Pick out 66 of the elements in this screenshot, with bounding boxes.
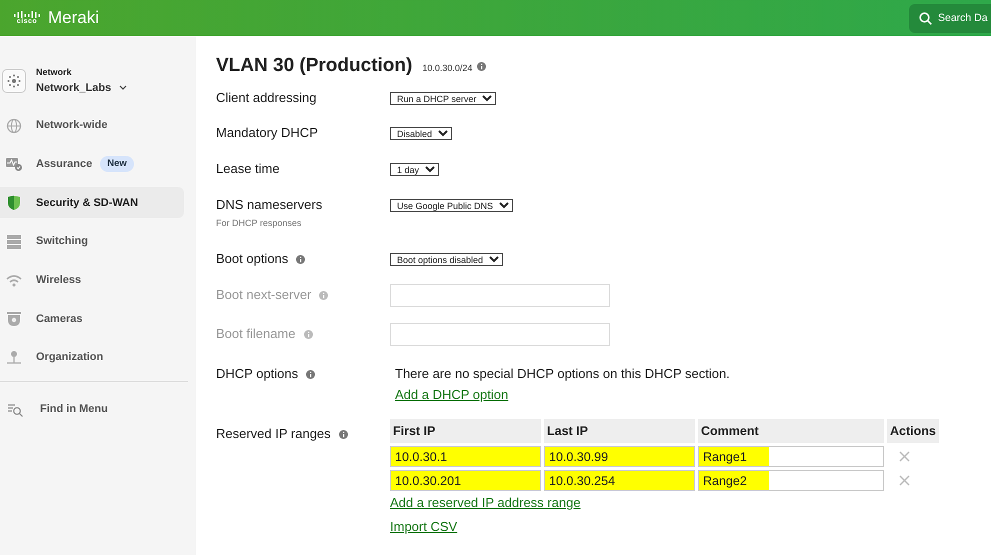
sidebar-item[interactable]: Organization bbox=[0, 342, 184, 374]
field-label: Mandatory DHCP bbox=[216, 125, 318, 141]
add-option-link[interactable]: Add a DHCP option bbox=[395, 385, 508, 404]
first-ip-field[interactable]: 10.0.30.1 bbox=[390, 446, 541, 467]
find-in-menu-item[interactable]: Find in Menu bbox=[0, 394, 184, 426]
page-title: VLAN 30 (Production) bbox=[216, 54, 412, 78]
new-badge: New bbox=[100, 156, 134, 172]
field-label: DHCP options bbox=[216, 366, 298, 382]
logo-bars-icon bbox=[14, 11, 40, 18]
hub-icon bbox=[7, 74, 21, 88]
last-ip-field[interactable]: 10.0.30.254 bbox=[544, 470, 695, 491]
dropdown[interactable]: Use Google Public DNS bbox=[390, 199, 513, 212]
globe-icon bbox=[5, 116, 23, 134]
field-label: Boot next-server bbox=[216, 287, 312, 303]
server-icon bbox=[5, 232, 23, 251]
field-label: Boot filename bbox=[216, 326, 296, 342]
shield-icon bbox=[5, 194, 23, 212]
column-header: Last IP bbox=[544, 419, 695, 443]
column-header: Actions bbox=[887, 419, 939, 443]
search-icon bbox=[919, 12, 932, 24]
close-icon[interactable] bbox=[899, 451, 910, 462]
field-label: DNS nameservers bbox=[216, 197, 322, 213]
network-name[interactable]: Network_Labs bbox=[36, 80, 112, 96]
search-field[interactable]: Search Da bbox=[909, 4, 991, 32]
comment-field[interactable]: Range2 bbox=[698, 470, 884, 491]
monitor-check-icon bbox=[5, 155, 23, 174]
sidebar-item-label: Assurance bbox=[36, 156, 92, 172]
column-header: Comment bbox=[698, 419, 884, 443]
close-icon[interactable] bbox=[899, 475, 910, 486]
first-ip-field[interactable]: 10.0.30.201 bbox=[390, 470, 541, 491]
field-label: Lease time bbox=[216, 161, 280, 177]
sidebar-item[interactable]: Cameras bbox=[0, 303, 184, 334]
last-ip-field[interactable]: 10.0.30.99 bbox=[544, 446, 695, 467]
sidebar-item-label: Network-wide bbox=[36, 118, 108, 134]
field-label: Client addressing bbox=[216, 90, 316, 106]
sidebar-item-label: Cameras bbox=[36, 312, 82, 327]
import-csv-link[interactable]: Import CSV bbox=[390, 517, 458, 536]
brand-name: Meraki bbox=[48, 7, 100, 30]
field-hint: For DHCP responses bbox=[216, 217, 302, 229]
add-range-link[interactable]: Add a reserved IP address range bbox=[390, 493, 581, 512]
sidebar-item[interactable]: Security & SD-WAN bbox=[0, 187, 184, 218]
dropdown[interactable]: Run a DHCP server bbox=[390, 92, 496, 105]
find-in-menu-label: Find in Menu bbox=[40, 402, 108, 418]
field-label: Boot options bbox=[216, 251, 288, 267]
network-label: Network bbox=[36, 66, 73, 79]
info-text: There are no special DHCP options on this DHCP section. bbox=[395, 365, 731, 383]
field-label: Reserved IP ranges bbox=[216, 426, 331, 442]
dropdown[interactable]: Boot options disabled bbox=[390, 253, 503, 266]
sidebar-item[interactable]: Wireless bbox=[0, 264, 184, 296]
sidebar-item[interactable]: Assurance New bbox=[0, 148, 184, 180]
camera-icon bbox=[5, 310, 23, 328]
dropdown[interactable]: 1 day bbox=[390, 163, 439, 176]
sidebar-item-label: Wireless bbox=[36, 273, 82, 288]
search-list-icon bbox=[8, 402, 24, 417]
dropdown[interactable]: Disabled bbox=[390, 127, 452, 140]
sidebar-item[interactable]: Network-wide bbox=[0, 110, 184, 141]
subnet-label: 10.0.30.0/24 bbox=[422, 62, 472, 75]
column-header: First IP bbox=[390, 419, 541, 443]
info-icon bbox=[477, 62, 486, 70]
sidebar-item-label: Security & SD-WAN bbox=[36, 196, 138, 211]
comment-field[interactable]: Range1 bbox=[698, 446, 884, 467]
sidebar-item-label: Switching bbox=[36, 234, 88, 250]
chevron-down-icon[interactable] bbox=[119, 85, 128, 90]
network-icon[interactable] bbox=[2, 69, 26, 93]
sidebar-item-label: Organization bbox=[36, 350, 104, 366]
sidebar-item[interactable]: Switching bbox=[0, 226, 184, 258]
